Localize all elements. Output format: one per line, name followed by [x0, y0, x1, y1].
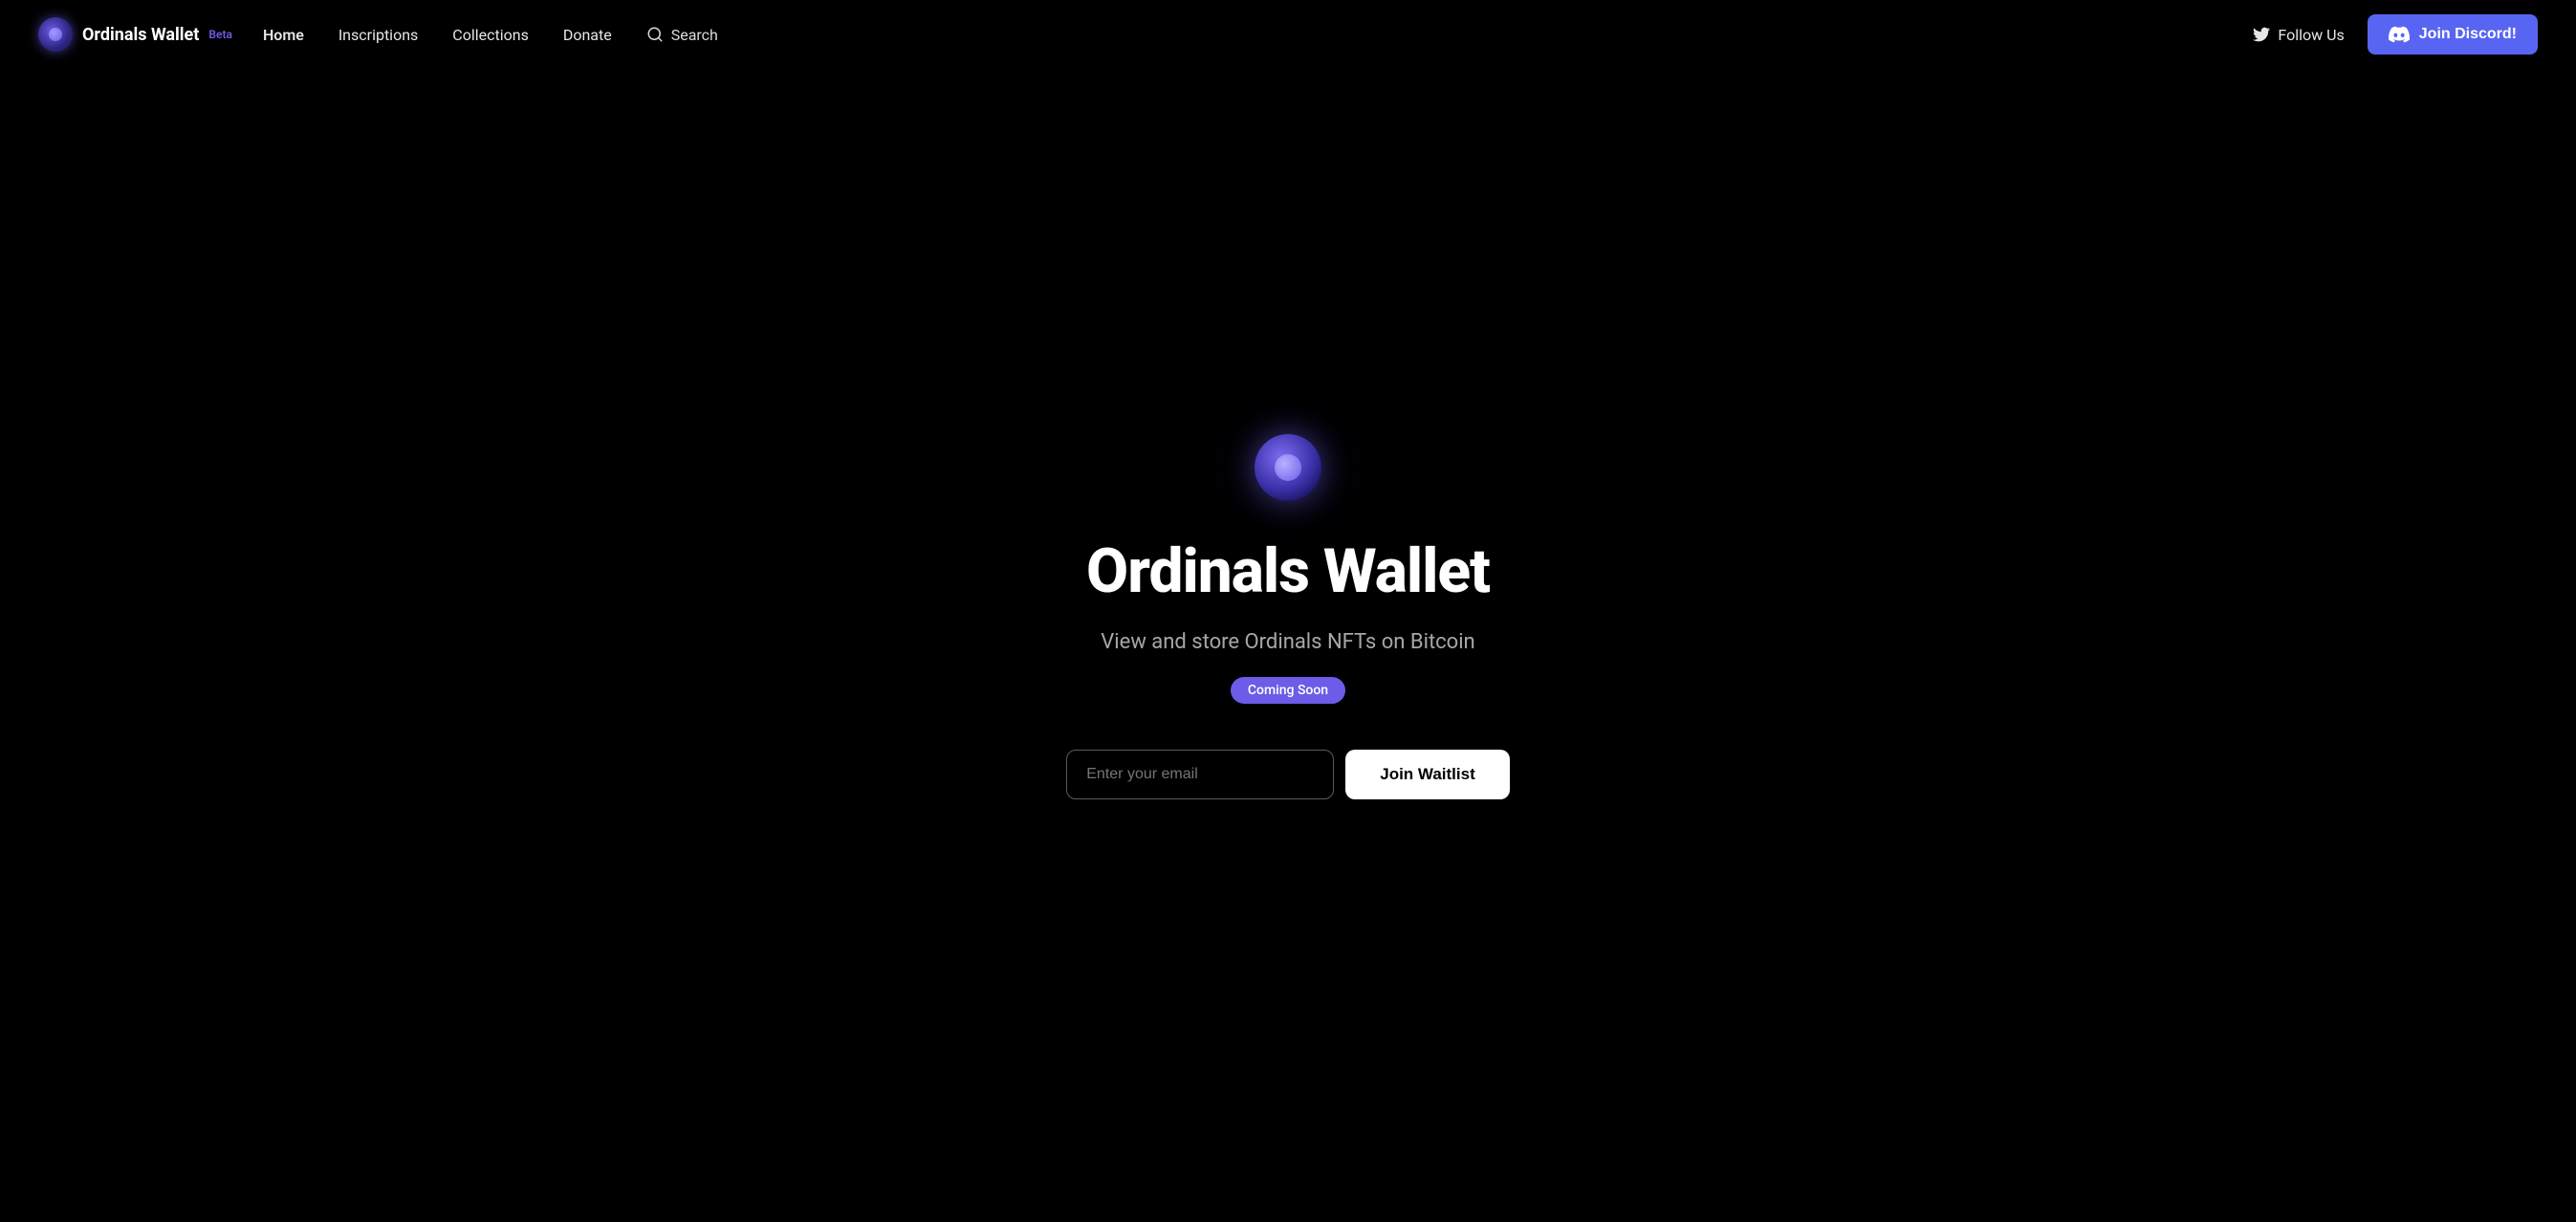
discord-button[interactable]: Join Discord!	[2368, 14, 2538, 55]
coming-soon-badge: Coming Soon	[1231, 677, 1345, 704]
join-waitlist-button[interactable]: Join Waitlist	[1345, 750, 1510, 799]
nav-item-home[interactable]: Home	[263, 26, 304, 44]
hero-title: Ordinals Wallet	[1086, 535, 1490, 607]
logo-group[interactable]: Ordinals Wallet Beta	[38, 17, 232, 52]
search-icon	[646, 26, 664, 43]
nav-search[interactable]: Search	[646, 26, 718, 44]
hero-subtitle: View and store Ordinals NFTs on Bitcoin	[1101, 630, 1474, 654]
nav-link-collections[interactable]: Collections	[452, 26, 529, 44]
nav-links: Home Inscriptions Collections Donate Sea…	[263, 26, 718, 44]
navbar: Ordinals Wallet Beta Home Inscriptions C…	[0, 0, 2576, 69]
search-label: Search	[671, 26, 718, 44]
email-input[interactable]	[1066, 750, 1334, 799]
nav-left: Ordinals Wallet Beta Home Inscriptions C…	[38, 17, 718, 52]
nav-link-donate[interactable]: Donate	[563, 26, 612, 44]
logo-icon	[38, 17, 73, 52]
nav-item-donate[interactable]: Donate	[563, 26, 612, 44]
logo-text: Ordinals Wallet	[82, 25, 199, 45]
beta-badge: Beta	[208, 28, 232, 41]
follow-us-link[interactable]: Follow Us	[2253, 26, 2344, 44]
nav-item-inscriptions[interactable]: Inscriptions	[338, 26, 418, 44]
discord-btn-label: Join Discord!	[2419, 26, 2517, 43]
hero-section: Ordinals Wallet View and store Ordinals …	[0, 31, 2576, 1184]
nav-right: Follow Us Join Discord!	[2253, 14, 2538, 55]
waitlist-form: Join Waitlist	[1066, 750, 1510, 799]
follow-us-label: Follow Us	[2278, 26, 2344, 44]
twitter-icon	[2253, 26, 2270, 43]
hero-logo-icon	[1255, 434, 1321, 501]
discord-icon	[2389, 24, 2410, 45]
nav-link-home[interactable]: Home	[263, 26, 304, 44]
nav-link-inscriptions[interactable]: Inscriptions	[338, 26, 418, 44]
nav-item-collections[interactable]: Collections	[452, 26, 529, 44]
